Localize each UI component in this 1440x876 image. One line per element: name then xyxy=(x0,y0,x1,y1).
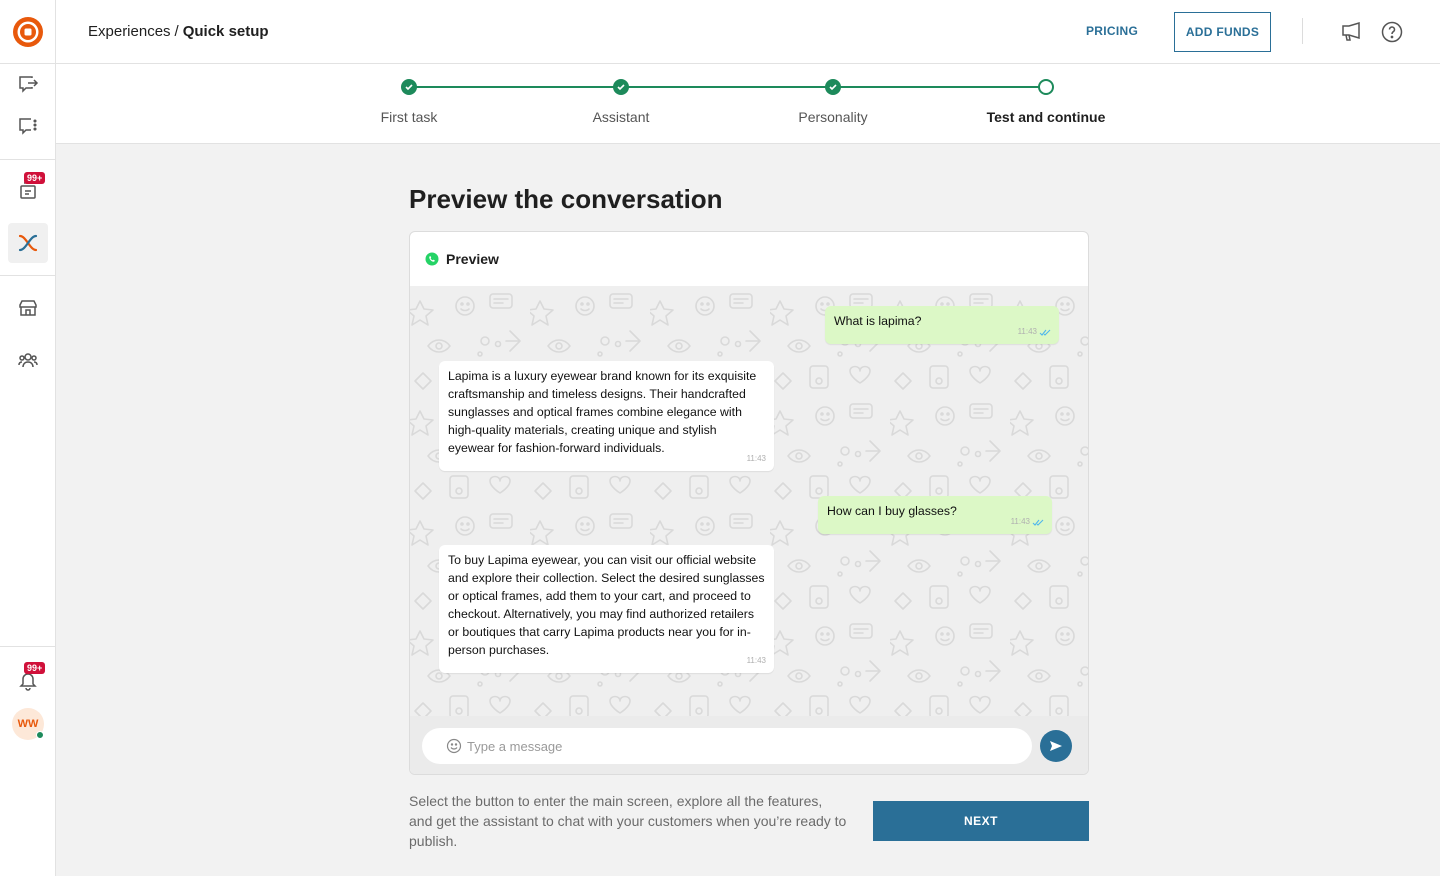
message-meta: 11:43 xyxy=(747,652,766,670)
message-text: What is lapima? xyxy=(834,314,922,328)
check-icon xyxy=(829,84,837,91)
breadcrumb: Experiences / Quick setup xyxy=(88,23,269,40)
step-4-current-dot xyxy=(1038,79,1054,95)
message-input-placeholder: Type a message xyxy=(467,738,563,754)
announcements-button[interactable] xyxy=(1340,20,1364,44)
message-time: 11:43 xyxy=(746,656,766,665)
sidebar-item-conversations[interactable] xyxy=(8,106,48,146)
message-composer: Type a message xyxy=(410,716,1088,774)
message-input[interactable]: Type a message xyxy=(422,728,1032,764)
message-time: 11:43 xyxy=(1017,327,1037,336)
store-icon xyxy=(19,300,37,316)
help-icon xyxy=(1381,21,1403,43)
message-meta: 11:43 xyxy=(1018,323,1051,341)
people-icon xyxy=(18,353,38,368)
chat-area[interactable]: What is lapima? 11:43 Lapima is a luxury… xyxy=(410,286,1088,716)
logo-icon xyxy=(13,17,43,47)
breadcrumb-parent[interactable]: Experiences xyxy=(88,23,171,40)
preview-title: Preview xyxy=(446,251,499,267)
message-meta: 11:43 xyxy=(1011,513,1044,531)
check-icon xyxy=(405,84,413,91)
breadcrumb-separator: / xyxy=(174,23,179,40)
avatar-initials: WW xyxy=(17,718,39,730)
page-title: Preview the conversation xyxy=(409,184,723,214)
sidebar-item-contacts[interactable] xyxy=(8,340,48,380)
step-1-check xyxy=(401,79,417,95)
message-text: To buy Lapima eyewear, you can visit our… xyxy=(448,553,765,657)
sidebar-item-notifications[interactable]: 99+ xyxy=(8,660,48,700)
help-button[interactable] xyxy=(1380,20,1404,44)
whatsapp-icon xyxy=(425,252,439,266)
sidebar-item-outbound[interactable] xyxy=(8,64,48,104)
step-3-label[interactable]: Personality xyxy=(733,109,933,125)
notifications-badge: 99+ xyxy=(24,662,46,674)
check-icon xyxy=(617,84,625,91)
sidebar-divider xyxy=(0,159,56,160)
message-text: How can I buy glasses? xyxy=(827,504,957,518)
message-time: 11:43 xyxy=(1010,517,1030,526)
brand-logo[interactable] xyxy=(8,12,48,52)
step-1-label[interactable]: First task xyxy=(309,109,509,125)
sidebar-divider xyxy=(0,275,56,276)
message-outgoing: What is lapima? 11:43 xyxy=(825,306,1059,344)
send-button[interactable] xyxy=(1040,730,1072,762)
step-2-check xyxy=(613,79,629,95)
message-outgoing: How can I buy glasses? 11:43 xyxy=(818,496,1052,534)
message-text: Lapima is a luxury eyewear brand known f… xyxy=(448,369,757,455)
sidebar-item-tasks[interactable]: 99+ xyxy=(8,170,48,210)
sidebar-item-ai-assistant[interactable] xyxy=(8,223,48,263)
setup-stepper: First task Assistant Personality Test an… xyxy=(56,64,1440,144)
emoji-icon[interactable] xyxy=(446,738,462,754)
read-receipt-icon xyxy=(1039,329,1051,336)
top-header: Experiences / Quick setup PRICING ADD FUND… xyxy=(56,0,1440,64)
send-icon xyxy=(1050,741,1062,751)
preview-card: Preview What is lapima? 11:43 Lapima is … xyxy=(409,231,1089,775)
read-receipt-icon xyxy=(1032,519,1044,526)
add-funds-button[interactable]: ADD FUNDS xyxy=(1174,12,1271,52)
preview-header: Preview xyxy=(410,232,1088,286)
message-time: 11:43 xyxy=(746,454,766,463)
message-meta: 11:43 xyxy=(747,450,766,468)
pricing-link[interactable]: PRICING xyxy=(1086,24,1138,38)
sidebar: 99+ 99+ WW xyxy=(0,0,56,876)
outbound-message-icon xyxy=(19,76,39,93)
footer-instructions: Select the button to enter the main scre… xyxy=(409,793,847,849)
tasks-badge: 99+ xyxy=(24,172,46,184)
step-2-label[interactable]: Assistant xyxy=(521,109,721,125)
sidebar-item-store[interactable] xyxy=(8,288,48,328)
chat-list-icon xyxy=(19,118,37,135)
header-divider xyxy=(1302,18,1303,44)
breadcrumb-current: Quick setup xyxy=(182,23,269,40)
ai-assistant-icon xyxy=(18,234,38,252)
stepper-progress-line xyxy=(416,86,1046,88)
next-button[interactable]: NEXT xyxy=(873,801,1089,841)
megaphone-icon xyxy=(1342,21,1360,41)
online-status-dot xyxy=(36,731,44,739)
step-3-check xyxy=(825,79,841,95)
user-avatar[interactable]: WW xyxy=(12,708,44,740)
message-incoming: Lapima is a luxury eyewear brand known f… xyxy=(439,361,774,471)
step-4-label: Test and continue xyxy=(986,109,1106,125)
sidebar-divider xyxy=(0,646,56,647)
message-incoming: To buy Lapima eyewear, you can visit our… xyxy=(439,545,774,673)
